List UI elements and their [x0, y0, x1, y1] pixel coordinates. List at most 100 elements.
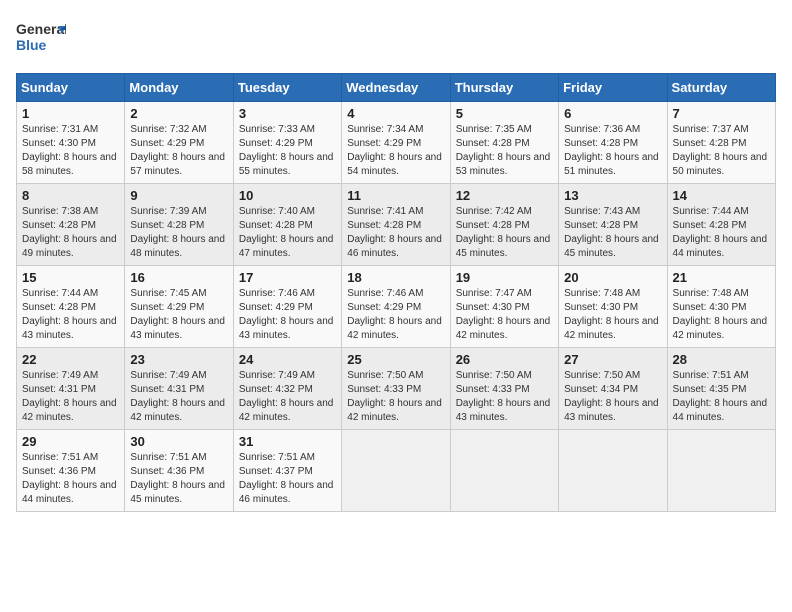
day-number: 4 — [347, 106, 444, 121]
day-number: 20 — [564, 270, 661, 285]
day-info: Sunrise: 7:36 AMSunset: 4:28 PMDaylight:… — [564, 124, 659, 177]
day-number: 15 — [22, 270, 119, 285]
calendar-header-row: SundayMondayTuesdayWednesdayThursdayFrid… — [17, 74, 776, 102]
calendar-cell: 26 Sunrise: 7:50 AMSunset: 4:33 PMDaylig… — [450, 348, 558, 430]
calendar-cell: 16 Sunrise: 7:45 AMSunset: 4:29 PMDaylig… — [125, 266, 233, 348]
day-info: Sunrise: 7:51 AMSunset: 4:36 PMDaylight:… — [130, 452, 225, 505]
day-number: 25 — [347, 352, 444, 367]
day-number: 2 — [130, 106, 227, 121]
calendar-cell — [450, 430, 558, 512]
day-number: 8 — [22, 188, 119, 203]
calendar-cell: 22 Sunrise: 7:49 AMSunset: 4:31 PMDaylig… — [17, 348, 125, 430]
day-number: 12 — [456, 188, 553, 203]
calendar-week-row: 1 Sunrise: 7:31 AMSunset: 4:30 PMDayligh… — [17, 102, 776, 184]
calendar-cell: 1 Sunrise: 7:31 AMSunset: 4:30 PMDayligh… — [17, 102, 125, 184]
day-number: 5 — [456, 106, 553, 121]
day-info: Sunrise: 7:32 AMSunset: 4:29 PMDaylight:… — [130, 124, 225, 177]
calendar-cell: 12 Sunrise: 7:42 AMSunset: 4:28 PMDaylig… — [450, 184, 558, 266]
day-number: 7 — [673, 106, 770, 121]
calendar-cell: 7 Sunrise: 7:37 AMSunset: 4:28 PMDayligh… — [667, 102, 775, 184]
day-number: 16 — [130, 270, 227, 285]
weekday-header-wednesday: Wednesday — [342, 74, 450, 102]
weekday-header-thursday: Thursday — [450, 74, 558, 102]
day-info: Sunrise: 7:45 AMSunset: 4:29 PMDaylight:… — [130, 288, 225, 341]
day-info: Sunrise: 7:33 AMSunset: 4:29 PMDaylight:… — [239, 124, 334, 177]
day-number: 29 — [22, 434, 119, 449]
calendar-cell: 21 Sunrise: 7:48 AMSunset: 4:30 PMDaylig… — [667, 266, 775, 348]
calendar-cell: 2 Sunrise: 7:32 AMSunset: 4:29 PMDayligh… — [125, 102, 233, 184]
day-info: Sunrise: 7:44 AMSunset: 4:28 PMDaylight:… — [673, 206, 768, 259]
day-info: Sunrise: 7:49 AMSunset: 4:31 PMDaylight:… — [130, 370, 225, 423]
day-info: Sunrise: 7:39 AMSunset: 4:28 PMDaylight:… — [130, 206, 225, 259]
day-info: Sunrise: 7:40 AMSunset: 4:28 PMDaylight:… — [239, 206, 334, 259]
day-info: Sunrise: 7:44 AMSunset: 4:28 PMDaylight:… — [22, 288, 117, 341]
day-number: 23 — [130, 352, 227, 367]
calendar-week-row: 29 Sunrise: 7:51 AMSunset: 4:36 PMDaylig… — [17, 430, 776, 512]
day-number: 13 — [564, 188, 661, 203]
day-info: Sunrise: 7:43 AMSunset: 4:28 PMDaylight:… — [564, 206, 659, 259]
calendar-cell: 23 Sunrise: 7:49 AMSunset: 4:31 PMDaylig… — [125, 348, 233, 430]
day-info: Sunrise: 7:48 AMSunset: 4:30 PMDaylight:… — [673, 288, 768, 341]
day-info: Sunrise: 7:42 AMSunset: 4:28 PMDaylight:… — [456, 206, 551, 259]
calendar-cell — [342, 430, 450, 512]
day-info: Sunrise: 7:46 AMSunset: 4:29 PMDaylight:… — [347, 288, 442, 341]
calendar-cell: 17 Sunrise: 7:46 AMSunset: 4:29 PMDaylig… — [233, 266, 341, 348]
weekday-header-friday: Friday — [559, 74, 667, 102]
day-number: 3 — [239, 106, 336, 121]
weekday-header-sunday: Sunday — [17, 74, 125, 102]
calendar-cell: 10 Sunrise: 7:40 AMSunset: 4:28 PMDaylig… — [233, 184, 341, 266]
calendar-cell: 11 Sunrise: 7:41 AMSunset: 4:28 PMDaylig… — [342, 184, 450, 266]
day-info: Sunrise: 7:41 AMSunset: 4:28 PMDaylight:… — [347, 206, 442, 259]
calendar-cell: 24 Sunrise: 7:49 AMSunset: 4:32 PMDaylig… — [233, 348, 341, 430]
day-number: 27 — [564, 352, 661, 367]
calendar-cell: 5 Sunrise: 7:35 AMSunset: 4:28 PMDayligh… — [450, 102, 558, 184]
day-number: 21 — [673, 270, 770, 285]
calendar-cell — [559, 430, 667, 512]
day-number: 14 — [673, 188, 770, 203]
calendar-cell: 28 Sunrise: 7:51 AMSunset: 4:35 PMDaylig… — [667, 348, 775, 430]
calendar-cell: 19 Sunrise: 7:47 AMSunset: 4:30 PMDaylig… — [450, 266, 558, 348]
calendar-cell: 29 Sunrise: 7:51 AMSunset: 4:36 PMDaylig… — [17, 430, 125, 512]
calendar-cell: 13 Sunrise: 7:43 AMSunset: 4:28 PMDaylig… — [559, 184, 667, 266]
day-info: Sunrise: 7:50 AMSunset: 4:33 PMDaylight:… — [456, 370, 551, 423]
day-info: Sunrise: 7:34 AMSunset: 4:29 PMDaylight:… — [347, 124, 442, 177]
weekday-header-saturday: Saturday — [667, 74, 775, 102]
calendar-table: SundayMondayTuesdayWednesdayThursdayFrid… — [16, 73, 776, 512]
calendar-cell: 8 Sunrise: 7:38 AMSunset: 4:28 PMDayligh… — [17, 184, 125, 266]
day-number: 18 — [347, 270, 444, 285]
calendar-week-row: 8 Sunrise: 7:38 AMSunset: 4:28 PMDayligh… — [17, 184, 776, 266]
calendar-cell: 30 Sunrise: 7:51 AMSunset: 4:36 PMDaylig… — [125, 430, 233, 512]
calendar-cell: 14 Sunrise: 7:44 AMSunset: 4:28 PMDaylig… — [667, 184, 775, 266]
calendar-week-row: 22 Sunrise: 7:49 AMSunset: 4:31 PMDaylig… — [17, 348, 776, 430]
calendar-cell: 15 Sunrise: 7:44 AMSunset: 4:28 PMDaylig… — [17, 266, 125, 348]
calendar-cell: 25 Sunrise: 7:50 AMSunset: 4:33 PMDaylig… — [342, 348, 450, 430]
day-info: Sunrise: 7:37 AMSunset: 4:28 PMDaylight:… — [673, 124, 768, 177]
day-number: 10 — [239, 188, 336, 203]
day-info: Sunrise: 7:31 AMSunset: 4:30 PMDaylight:… — [22, 124, 117, 177]
calendar-cell: 27 Sunrise: 7:50 AMSunset: 4:34 PMDaylig… — [559, 348, 667, 430]
day-number: 17 — [239, 270, 336, 285]
day-number: 30 — [130, 434, 227, 449]
day-info: Sunrise: 7:50 AMSunset: 4:34 PMDaylight:… — [564, 370, 659, 423]
calendar-cell: 6 Sunrise: 7:36 AMSunset: 4:28 PMDayligh… — [559, 102, 667, 184]
day-number: 1 — [22, 106, 119, 121]
day-number: 24 — [239, 352, 336, 367]
day-number: 11 — [347, 188, 444, 203]
weekday-header-monday: Monday — [125, 74, 233, 102]
day-info: Sunrise: 7:47 AMSunset: 4:30 PMDaylight:… — [456, 288, 551, 341]
logo: General Blue — [16, 16, 66, 61]
calendar-cell: 20 Sunrise: 7:48 AMSunset: 4:30 PMDaylig… — [559, 266, 667, 348]
calendar-cell: 31 Sunrise: 7:51 AMSunset: 4:37 PMDaylig… — [233, 430, 341, 512]
day-info: Sunrise: 7:48 AMSunset: 4:30 PMDaylight:… — [564, 288, 659, 341]
day-info: Sunrise: 7:51 AMSunset: 4:37 PMDaylight:… — [239, 452, 334, 505]
day-info: Sunrise: 7:38 AMSunset: 4:28 PMDaylight:… — [22, 206, 117, 259]
day-info: Sunrise: 7:49 AMSunset: 4:32 PMDaylight:… — [239, 370, 334, 423]
day-number: 19 — [456, 270, 553, 285]
day-number: 28 — [673, 352, 770, 367]
calendar-cell: 4 Sunrise: 7:34 AMSunset: 4:29 PMDayligh… — [342, 102, 450, 184]
calendar-cell: 3 Sunrise: 7:33 AMSunset: 4:29 PMDayligh… — [233, 102, 341, 184]
calendar-cell — [667, 430, 775, 512]
day-info: Sunrise: 7:51 AMSunset: 4:36 PMDaylight:… — [22, 452, 117, 505]
svg-text:General: General — [16, 21, 66, 37]
day-info: Sunrise: 7:51 AMSunset: 4:35 PMDaylight:… — [673, 370, 768, 423]
